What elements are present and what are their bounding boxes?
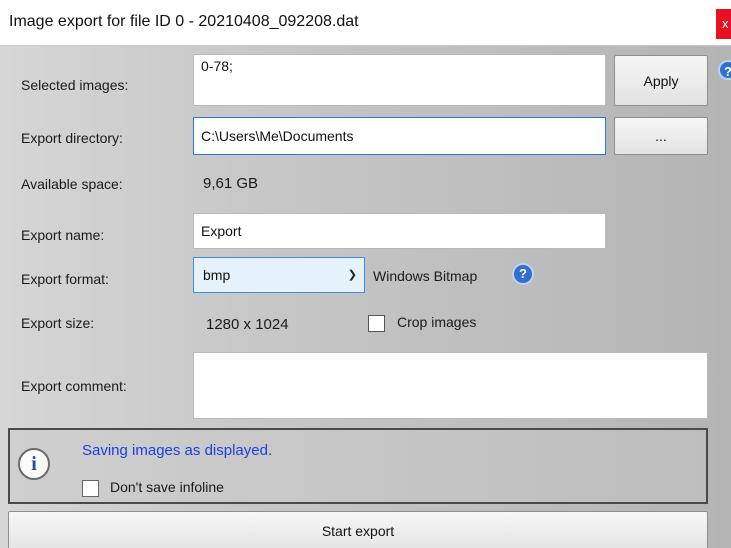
export-size-value: 1280 x 1024 xyxy=(206,316,289,333)
dont-save-infoline-checkbox[interactable] xyxy=(82,480,99,497)
info-icon: i xyxy=(18,448,50,480)
export-format-label: Export format: xyxy=(21,271,109,287)
export-directory-label: Export directory: xyxy=(21,130,123,146)
format-description: Windows Bitmap xyxy=(373,268,478,284)
browse-button[interactable]: ... xyxy=(614,117,708,155)
selected-images-input[interactable]: 0-78; xyxy=(193,54,606,106)
info-panel: i Saving images as displayed. Don't save… xyxy=(8,428,708,504)
crop-images-label: Crop images xyxy=(397,314,477,330)
export-comment-label: Export comment: xyxy=(21,378,127,394)
close-icon[interactable]: x xyxy=(716,9,731,39)
export-name-input[interactable] xyxy=(193,213,606,249)
dont-save-infoline-label: Don't save infoline xyxy=(110,479,224,495)
export-format-dropdown[interactable]: bmp ❯ xyxy=(193,257,365,293)
start-export-button[interactable]: Start export xyxy=(8,511,708,548)
selected-images-label: Selected images: xyxy=(21,77,129,93)
export-format-selected: bmp xyxy=(203,267,231,283)
start-export-label: Start export xyxy=(321,523,395,539)
chevron-down-icon: ❯ xyxy=(347,269,357,281)
available-space-label: Available space: xyxy=(21,176,123,192)
crop-images-checkbox[interactable] xyxy=(368,315,385,332)
apply-button-label: Apply xyxy=(643,72,679,89)
window-title: Image export for file ID 0 - 20210408_09… xyxy=(9,13,359,30)
export-directory-input[interactable] xyxy=(193,117,606,155)
export-dialog: Image export for file ID 0 - 20210408_09… xyxy=(0,0,731,548)
export-comment-input[interactable] xyxy=(193,352,708,419)
info-message: Saving images as displayed. xyxy=(82,442,273,459)
export-size-label: Export size: xyxy=(21,315,95,331)
browse-button-label: ... xyxy=(655,128,667,144)
available-space-value: 9,61 GB xyxy=(203,175,259,192)
export-name-label: Export name: xyxy=(21,227,105,243)
apply-button[interactable]: Apply xyxy=(614,55,708,106)
title-bar: Image export for file ID 0 - 20210408_09… xyxy=(0,0,731,46)
format-help-icon[interactable]: ? xyxy=(512,263,534,285)
help-icon[interactable]: ? xyxy=(718,60,731,80)
